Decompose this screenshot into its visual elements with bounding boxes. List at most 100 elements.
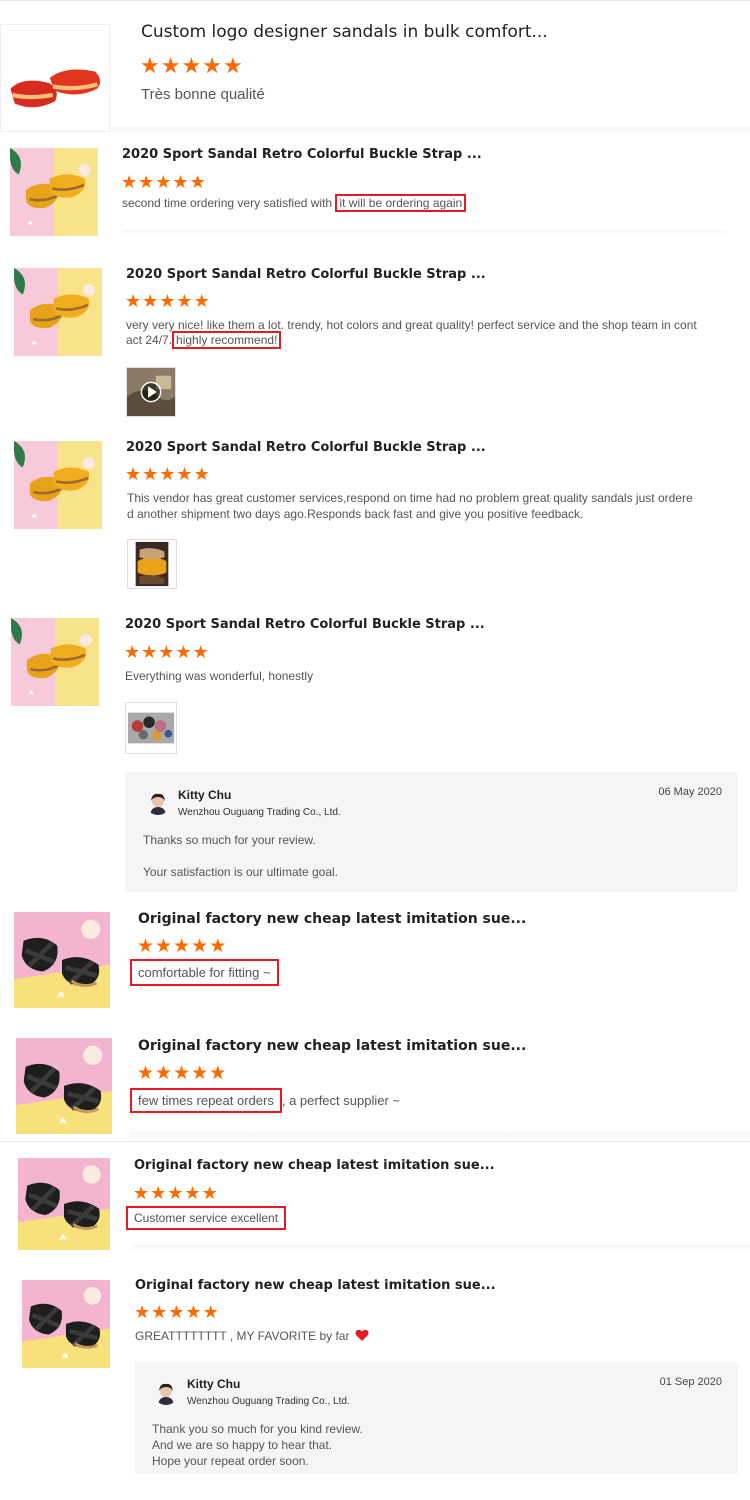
star-icon: ★ xyxy=(201,1183,218,1203)
star-icon: ★ xyxy=(150,1183,167,1203)
review-video-thumbnail[interactable] xyxy=(126,367,176,417)
product-title[interactable]: 2020 Sport Sandal Retro Colorful Buckle … xyxy=(122,147,482,162)
review-text-line: This vendor has great customer services,… xyxy=(127,491,693,505)
divider xyxy=(110,127,750,133)
highlighted-phrase: Customer service excellent xyxy=(126,1206,287,1230)
reply-company-name: Wenzhou Ouguang Trading Co., Ltd. xyxy=(178,807,341,818)
star-icon: ★ xyxy=(181,53,202,78)
product-title[interactable]: Original factory new cheap latest imitat… xyxy=(138,911,526,927)
review-text: Très bonne qualité xyxy=(141,86,265,103)
star-icon: ★ xyxy=(172,172,189,192)
review-text-part: act 24/7. xyxy=(126,333,173,347)
star-icon: ★ xyxy=(191,1063,209,1084)
star-icon: ★ xyxy=(159,464,176,484)
star-icon: ★ xyxy=(142,464,159,484)
product-title[interactable]: Original factory new cheap latest imitat… xyxy=(135,1278,496,1293)
star-icon: ★ xyxy=(209,1063,227,1084)
reply-message: Hope your repeat order soon. xyxy=(152,1454,309,1468)
star-rating: ★ ★ ★ ★ ★ xyxy=(125,465,210,483)
product-thumbnail[interactable] xyxy=(16,1038,112,1134)
review-text: GREATTTTTTTT , MY FAVORITE by far xyxy=(135,1329,369,1343)
seller-reply: Kitty Chu Wenzhou Ouguang Trading Co., L… xyxy=(125,772,738,892)
reply-date: 01 Sep 2020 xyxy=(659,1376,722,1388)
review-text: second time ordering very satisfied with… xyxy=(122,194,467,212)
top-divider xyxy=(0,0,750,1)
star-icon: ★ xyxy=(173,936,191,957)
seller-reply: Kitty Chu Wenzhou Ouguang Trading Co., L… xyxy=(135,1362,738,1474)
star-icon: ★ xyxy=(137,1063,155,1084)
product-title[interactable]: Original factory new cheap latest imitat… xyxy=(134,1158,495,1173)
star-icon: ★ xyxy=(142,291,159,311)
product-title[interactable]: 2020 Sport Sandal Retro Colorful Buckle … xyxy=(126,440,486,455)
product-thumbnail[interactable] xyxy=(14,268,102,356)
product-thumbnail[interactable] xyxy=(14,441,102,529)
product-title[interactable]: 2020 Sport Sandal Retro Colorful Buckle … xyxy=(126,267,486,282)
product-thumbnail[interactable] xyxy=(14,912,110,1008)
highlighted-phrase: it will be ordering again xyxy=(335,194,467,212)
product-title[interactable]: Original factory new cheap latest imitat… xyxy=(138,1038,526,1054)
star-icon: ★ xyxy=(155,1063,173,1084)
star-icon: ★ xyxy=(184,1183,201,1203)
star-icon: ★ xyxy=(193,464,210,484)
star-icon: ★ xyxy=(168,1302,185,1322)
review-text: comfortable for fitting ~ xyxy=(130,959,279,986)
star-rating: ★ ★ ★ ★ ★ xyxy=(124,643,209,661)
star-rating: ★ ★ ★ ★ ★ xyxy=(137,1064,226,1083)
reply-message: Your satisfaction is our ultimate goal. xyxy=(143,865,338,879)
product-title[interactable]: 2020 Sport Sandal Retro Colorful Buckle … xyxy=(125,617,485,632)
star-icon: ★ xyxy=(125,464,142,484)
star-rating: ★ ★ ★ ★ ★ xyxy=(121,173,206,191)
star-icon: ★ xyxy=(176,291,193,311)
star-rating: ★ ★ ★ ★ ★ xyxy=(134,1303,219,1321)
review-text-line: act 24/7. highly recommend! xyxy=(126,331,282,349)
star-icon: ★ xyxy=(173,1063,191,1084)
review-text-part: second time ordering very satisfied with xyxy=(122,196,336,210)
divider xyxy=(122,230,727,236)
product-thumbnail[interactable] xyxy=(22,1280,110,1368)
star-icon: ★ xyxy=(209,936,227,957)
product-thumbnail[interactable] xyxy=(18,1158,110,1250)
product-thumbnail[interactable] xyxy=(11,618,99,706)
product-title[interactable]: Custom logo designer sandals in bulk com… xyxy=(141,22,548,42)
star-icon: ★ xyxy=(192,642,209,662)
star-icon: ★ xyxy=(159,291,176,311)
star-rating: ★ ★ ★ ★ ★ xyxy=(133,1184,218,1202)
star-icon: ★ xyxy=(167,1183,184,1203)
star-rating: ★ ★ ★ ★ ★ xyxy=(137,937,226,956)
highlighted-phrase: comfortable for fitting ~ xyxy=(130,959,279,986)
review-text-part: GREATTTTTTTT , MY FAVORITE by far xyxy=(135,1329,350,1343)
star-icon: ★ xyxy=(222,53,243,78)
star-icon: ★ xyxy=(191,936,209,957)
product-thumbnail[interactable] xyxy=(10,148,98,236)
reply-company-name: Wenzhou Ouguang Trading Co., Ltd. xyxy=(187,1396,350,1407)
highlighted-phrase: highly recommend! xyxy=(172,331,282,349)
star-icon: ★ xyxy=(176,464,193,484)
reply-date: 06 May 2020 xyxy=(658,786,722,798)
star-icon: ★ xyxy=(124,642,141,662)
review-photo[interactable] xyxy=(127,539,177,589)
star-icon: ★ xyxy=(158,642,175,662)
divider xyxy=(130,1132,750,1138)
review-text: Customer service excellent xyxy=(126,1206,287,1230)
product-thumbnail[interactable] xyxy=(0,24,110,132)
avatar xyxy=(146,791,170,815)
star-icon: ★ xyxy=(185,1302,202,1322)
review-text: few times repeat orders, a perfect suppl… xyxy=(130,1088,400,1113)
review-text-line: d another shipment two days ago.Responds… xyxy=(127,507,584,521)
star-icon: ★ xyxy=(137,936,155,957)
reply-author-name: Kitty Chu xyxy=(178,788,232,802)
star-icon: ★ xyxy=(138,172,155,192)
star-icon: ★ xyxy=(134,1302,151,1322)
star-icon: ★ xyxy=(193,291,210,311)
star-icon: ★ xyxy=(133,1183,150,1203)
star-icon: ★ xyxy=(160,53,181,78)
divider xyxy=(130,1245,750,1251)
review-photo[interactable] xyxy=(125,702,177,754)
star-icon: ★ xyxy=(202,1302,219,1322)
star-icon: ★ xyxy=(140,53,160,78)
avatar xyxy=(154,1381,178,1405)
reply-author-name: Kitty Chu xyxy=(187,1377,241,1391)
star-icon: ★ xyxy=(175,642,192,662)
reply-message: Thank you so much for you kind review. xyxy=(152,1422,363,1436)
reply-message: Thanks so much for your review. xyxy=(143,833,316,847)
